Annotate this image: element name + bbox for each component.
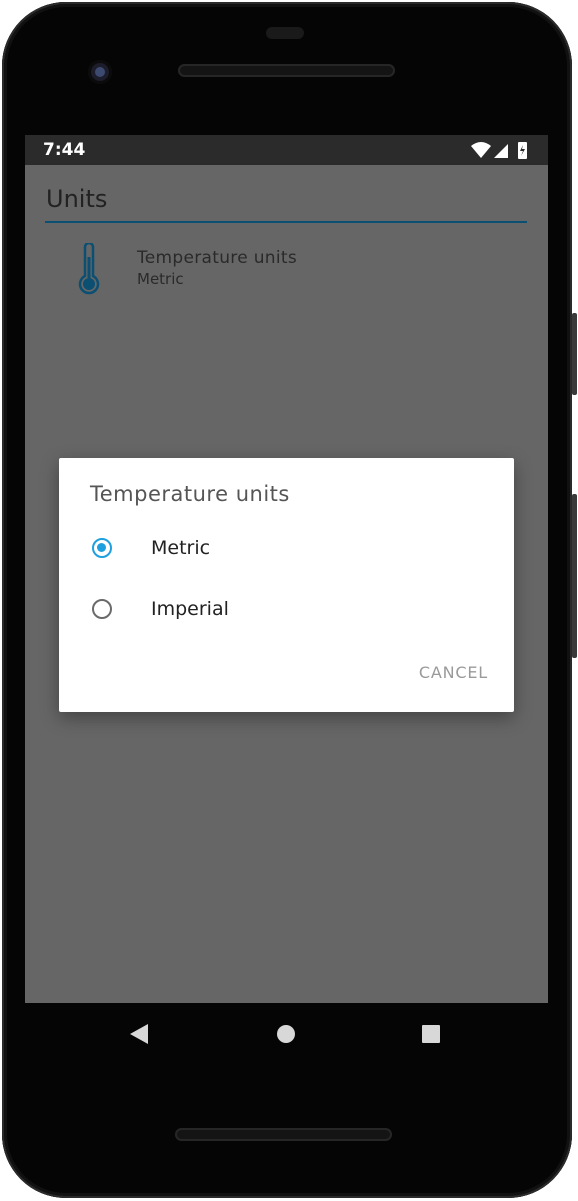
recents-icon[interactable] xyxy=(422,1025,440,1043)
title-divider xyxy=(45,221,527,223)
temperature-units-dialog: Temperature units Metric Imperial CANCEL xyxy=(59,458,514,712)
back-icon[interactable] xyxy=(130,1024,148,1044)
screen: 7:44 Units Temperature units Metric Temp… xyxy=(25,135,548,1003)
power-button xyxy=(572,313,577,395)
volume-button xyxy=(572,494,577,658)
radio-metric[interactable] xyxy=(92,538,112,558)
option-label-metric: Metric xyxy=(151,537,211,559)
home-icon[interactable] xyxy=(277,1025,295,1043)
thermometer-icon xyxy=(78,243,100,295)
option-metric[interactable]: Metric xyxy=(59,520,514,580)
option-label-imperial: Imperial xyxy=(151,598,229,620)
front-camera-icon xyxy=(88,60,112,84)
earpiece xyxy=(266,27,304,39)
top-speaker-grille xyxy=(178,64,395,77)
status-icons xyxy=(471,142,527,159)
cancel-button[interactable]: CANCEL xyxy=(419,663,488,682)
dialog-title: Temperature units xyxy=(90,482,290,506)
option-imperial[interactable]: Imperial xyxy=(59,581,514,641)
status-bar: 7:44 xyxy=(25,135,548,165)
wifi-icon xyxy=(471,142,491,158)
cell-signal-icon xyxy=(494,144,508,158)
status-clock: 7:44 xyxy=(43,140,86,160)
bottom-speaker-grille xyxy=(175,1128,392,1141)
temperature-units-preference[interactable]: Temperature units Metric xyxy=(25,233,548,305)
preference-summary: Metric xyxy=(137,270,184,288)
radio-imperial[interactable] xyxy=(92,599,112,619)
page-title: Units xyxy=(46,185,108,213)
phone-frame: 7:44 Units Temperature units Metric Temp… xyxy=(0,0,578,1201)
preference-title: Temperature units xyxy=(137,248,297,268)
